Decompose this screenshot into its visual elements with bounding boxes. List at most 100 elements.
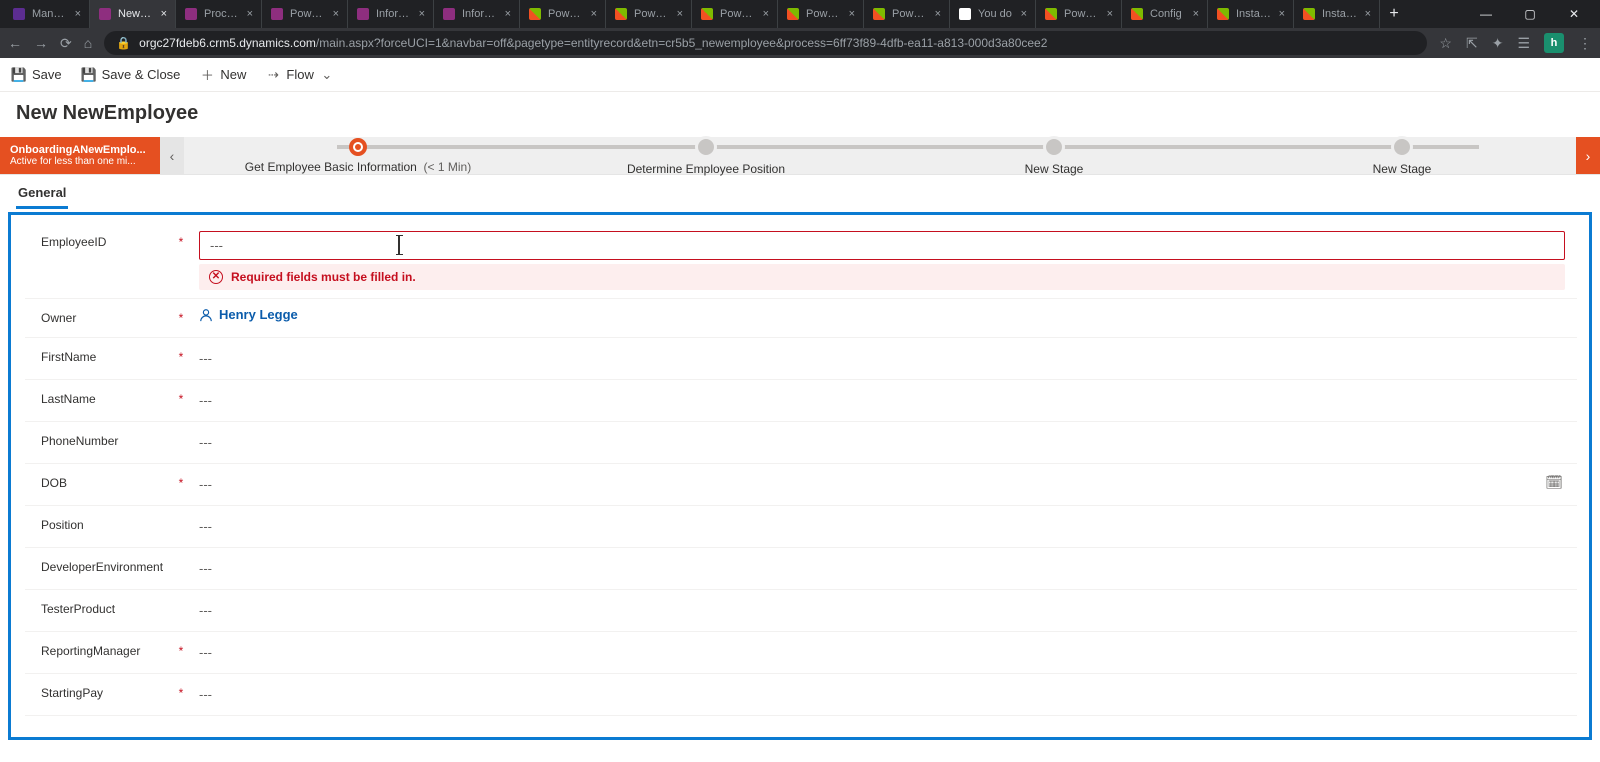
tab-favicon xyxy=(614,7,628,21)
required-indicator: * xyxy=(175,464,187,490)
new-tab-button[interactable]: + xyxy=(1380,0,1408,28)
tab-title: Informa xyxy=(376,8,413,20)
tab-general[interactable]: General xyxy=(16,181,68,209)
browser-tab[interactable]: Power A× xyxy=(262,0,348,28)
tab-title: Manage xyxy=(32,8,69,20)
flow-button[interactable]: ⇢ Flow ⌄ xyxy=(266,67,333,82)
tab-title: Install a xyxy=(1236,8,1273,20)
tab-close-icon[interactable]: × xyxy=(161,8,167,20)
browser-chrome: Manage×NewEm×Process×Power A×Informa×Inf… xyxy=(0,0,1600,58)
tab-close-icon[interactable]: × xyxy=(763,8,769,20)
field-input[interactable]: --- xyxy=(199,430,1565,455)
tab-favicon xyxy=(442,7,456,21)
bpf-process-title: OnboardingANewEmplo... xyxy=(10,144,150,156)
star-icon[interactable]: ☆ xyxy=(1439,35,1452,52)
tab-favicon xyxy=(98,7,112,21)
field-input[interactable]: --- xyxy=(199,556,1565,581)
bpf-stage-label: Determine Employee Position xyxy=(532,162,880,176)
browser-tab[interactable]: Power P× xyxy=(692,0,778,28)
form-tabs: General xyxy=(0,175,1600,210)
tab-title: Power P xyxy=(806,8,843,20)
required-indicator: * xyxy=(175,223,187,249)
tab-close-icon[interactable]: × xyxy=(1365,8,1371,20)
tab-close-icon[interactable]: × xyxy=(591,8,597,20)
tab-close-icon[interactable]: × xyxy=(935,8,941,20)
browser-tab[interactable]: Power P × xyxy=(778,0,864,28)
browser-tab[interactable]: Power P× xyxy=(606,0,692,28)
required-indicator: * xyxy=(175,632,187,658)
forward-icon[interactable]: → xyxy=(34,35,48,51)
bpf-process-badge[interactable]: OnboardingANewEmplo... Active for less t… xyxy=(0,137,160,174)
browser-tab[interactable]: Config× xyxy=(1122,0,1208,28)
bpf-stage[interactable]: New Stage xyxy=(880,136,1228,176)
field-input[interactable]: --- xyxy=(199,472,1565,497)
tab-favicon xyxy=(184,7,198,21)
calendar-icon[interactable]: 🗓 xyxy=(1545,474,1563,491)
tab-close-icon[interactable]: × xyxy=(849,8,855,20)
url-path: /main.aspx?forceUCI=1&navbar=off&pagetyp… xyxy=(316,36,1048,50)
field-input[interactable]: --- xyxy=(199,514,1565,539)
home-icon[interactable]: ⌂ xyxy=(84,35,92,51)
tab-close-icon[interactable]: × xyxy=(419,8,425,20)
flow-label: Flow xyxy=(286,67,313,82)
field-label: ReportingManager xyxy=(25,632,175,670)
close-icon[interactable]: ✕ xyxy=(1552,0,1596,28)
save-close-button[interactable]: 💾 Save & Close xyxy=(82,67,181,82)
link-icon[interactable]: ⇱ xyxy=(1466,35,1478,52)
flow-icon: ⇢ xyxy=(266,68,280,82)
tab-close-icon[interactable]: × xyxy=(333,8,339,20)
field-row: Position --- xyxy=(25,506,1577,548)
bpf-stage[interactable]: New Stage xyxy=(1228,136,1576,176)
browser-tab[interactable]: Power P× xyxy=(520,0,606,28)
browser-tab[interactable]: Power P× xyxy=(864,0,950,28)
bpf-stage[interactable]: Get Employee Basic Information (< 1 Min) xyxy=(184,138,532,174)
bpf-right-arrow[interactable]: › xyxy=(1576,137,1600,174)
field-input[interactable]: --- xyxy=(199,598,1565,623)
tab-close-icon[interactable]: × xyxy=(1021,8,1027,20)
browser-tab[interactable]: Power P× xyxy=(1036,0,1122,28)
required-indicator xyxy=(175,422,187,434)
bpf-stage-label: Get Employee Basic Information (< 1 Min) xyxy=(184,160,532,174)
browser-tab[interactable]: You do× xyxy=(950,0,1036,28)
browser-tab[interactable]: Install a × xyxy=(1208,0,1294,28)
bpf-left-arrow[interactable]: ‹ xyxy=(160,137,184,174)
browser-tab[interactable]: Install a× xyxy=(1294,0,1380,28)
tab-favicon xyxy=(958,7,972,21)
error-icon: ✕ xyxy=(209,270,223,284)
kebab-icon[interactable]: ⋮ xyxy=(1578,35,1592,52)
back-icon[interactable]: ← xyxy=(8,35,22,51)
profile-badge[interactable]: h xyxy=(1544,33,1564,53)
field-input[interactable]: --- xyxy=(199,640,1565,665)
tab-close-icon[interactable]: × xyxy=(1279,8,1285,20)
extensions-icon[interactable]: ✦ xyxy=(1492,35,1504,52)
bpf-node-icon xyxy=(695,136,717,158)
maximize-icon[interactable]: ▢ xyxy=(1508,0,1552,28)
reload-icon[interactable]: ⟳ xyxy=(60,35,72,52)
tab-close-icon[interactable]: × xyxy=(1193,8,1199,20)
field-row: TesterProduct --- xyxy=(25,590,1577,632)
field-input[interactable]: --- xyxy=(199,682,1565,707)
browser-tab[interactable]: Informa× xyxy=(434,0,520,28)
save-close-label: Save & Close xyxy=(102,67,181,82)
tab-close-icon[interactable]: × xyxy=(505,8,511,20)
field-input[interactable]: --- xyxy=(199,231,1565,260)
tab-close-icon[interactable]: × xyxy=(247,8,253,20)
save-button[interactable]: 💾 Save xyxy=(12,67,62,82)
tab-favicon xyxy=(1044,7,1058,21)
owner-link[interactable]: Henry Legge xyxy=(199,307,298,322)
tab-close-icon[interactable]: × xyxy=(1107,8,1113,20)
field-input[interactable]: --- xyxy=(199,388,1565,413)
tab-close-icon[interactable]: × xyxy=(677,8,683,20)
bpf-node-icon xyxy=(1391,136,1413,158)
address-bar[interactable]: 🔒 orgc27fdeb6.crm5.dynamics.com/main.asp… xyxy=(104,31,1427,55)
browser-tab[interactable]: NewEm× xyxy=(90,0,176,28)
reading-list-icon[interactable]: ☰ xyxy=(1517,35,1530,52)
browser-tab[interactable]: Process× xyxy=(176,0,262,28)
field-input[interactable]: --- xyxy=(199,346,1565,371)
new-button[interactable]: ＋ New xyxy=(200,67,246,82)
browser-tab[interactable]: Manage × xyxy=(4,0,90,28)
minimize-icon[interactable]: — xyxy=(1464,0,1508,28)
browser-tab[interactable]: Informa × xyxy=(348,0,434,28)
tab-close-icon[interactable]: × xyxy=(75,8,81,20)
bpf-stage[interactable]: Determine Employee Position xyxy=(532,136,880,176)
